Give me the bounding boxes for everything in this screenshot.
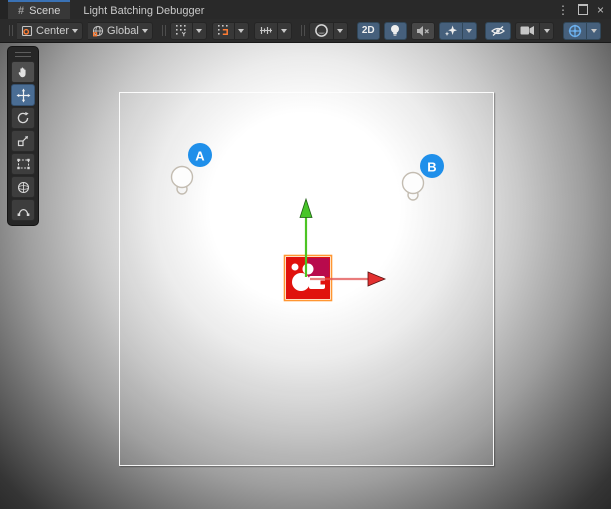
light-a-label: A <box>195 149 205 164</box>
chevron-down-icon <box>142 29 148 33</box>
ruler-ticks-icon <box>259 24 273 37</box>
gizmo-sphere-icon <box>568 24 582 38</box>
tabbar-lead <box>0 0 8 19</box>
snap-increment-dropdown[interactable] <box>278 22 292 40</box>
rect-tool-button[interactable] <box>11 153 35 175</box>
scale-icon <box>16 134 30 148</box>
draw-mode-dropdown[interactable] <box>334 22 348 40</box>
tool-handle-pivot-dropdown[interactable]: Center <box>17 22 83 40</box>
tab-light-batching-debugger[interactable]: Light Batching Debugger <box>70 0 217 19</box>
scene-audio-toggle[interactable] <box>411 22 435 40</box>
light-bulb-icon <box>389 24 401 38</box>
chevron-down-icon <box>466 29 472 33</box>
effects-sparkle-icon <box>444 24 458 37</box>
tools-drag-handle[interactable] <box>15 52 31 57</box>
tool-handle-rotation-dropdown[interactable]: Global <box>88 22 153 40</box>
gizmos-dropdown[interactable] <box>587 22 601 40</box>
light-b-badge[interactable]: B <box>420 154 444 178</box>
light-b-label: B <box>427 160 436 175</box>
scene-effects-toggle[interactable] <box>439 22 463 40</box>
move-tool-button[interactable] <box>11 84 35 106</box>
tools-overlay <box>7 46 39 226</box>
shaded-sphere-icon <box>314 23 329 38</box>
grid-axis-icon <box>175 24 188 37</box>
snap-increment-button[interactable] <box>254 22 278 40</box>
light-a-gizmo[interactable] <box>172 167 193 195</box>
scene-viewport[interactable]: A B <box>0 43 611 509</box>
close-icon[interactable]: × <box>597 4 604 16</box>
globe-icon <box>92 25 104 37</box>
camera-icon <box>520 25 535 36</box>
scene-camera-dropdown[interactable] <box>540 22 554 40</box>
window-controls: ⋮ × <box>557 0 611 19</box>
snap-to-grid-dropdown[interactable] <box>235 22 249 40</box>
2d-mode-toggle[interactable]: 2D <box>357 22 380 40</box>
pivot-label: Center <box>36 25 69 37</box>
chevron-down-icon <box>544 29 550 33</box>
draw-mode-button[interactable] <box>309 22 334 40</box>
rotate-icon <box>16 111 30 125</box>
custom-editor-tools-button[interactable] <box>11 199 35 221</box>
tab-bar: # Scene Light Batching Debugger ⋮ × <box>0 0 611 20</box>
gizmos-button[interactable] <box>563 22 587 40</box>
hand-icon <box>16 65 30 79</box>
2d-label: 2D <box>362 25 375 36</box>
rotate-tool-button[interactable] <box>11 107 35 129</box>
transform-icon <box>16 180 31 195</box>
orientation-label: Global <box>107 25 139 37</box>
window-menu-icon[interactable]: ⋮ <box>557 4 569 16</box>
rect-tool-icon <box>16 157 31 171</box>
chevron-down-icon <box>196 29 202 33</box>
scene-effects-dropdown[interactable] <box>463 22 477 40</box>
spline-tool-icon <box>16 204 31 217</box>
tab-scene[interactable]: # Scene <box>8 0 70 19</box>
snap-grid-icon <box>217 24 230 37</box>
tab-scene-label: Scene <box>29 5 60 17</box>
scene-toolbar: Center Global <box>0 19 611 43</box>
light-a-badge[interactable]: A <box>188 143 212 167</box>
scene-lighting-toggle[interactable] <box>384 22 407 40</box>
chevron-down-icon <box>337 29 343 33</box>
grid-icon: # <box>18 5 24 17</box>
toolbar-separator <box>162 25 166 36</box>
toolbar-drag-handle-right[interactable] <box>301 25 305 36</box>
audio-muted-icon <box>416 25 430 37</box>
transform-tool-button[interactable] <box>11 176 35 198</box>
chevron-down-icon <box>281 29 287 33</box>
chevron-down-icon <box>591 29 597 33</box>
view-tool-button[interactable] <box>11 61 35 83</box>
light-b-gizmo[interactable] <box>403 173 424 201</box>
maximize-icon[interactable] <box>578 4 588 15</box>
chevron-down-icon <box>72 29 78 33</box>
scale-tool-button[interactable] <box>11 130 35 152</box>
scene-visibility-toggle[interactable] <box>485 22 511 40</box>
scene-camera-button[interactable] <box>515 22 540 40</box>
eye-hidden-icon <box>490 25 506 37</box>
unity-editor-window: # Scene Light Batching Debugger ⋮ × Cent… <box>0 0 611 509</box>
snap-to-grid-button[interactable] <box>212 22 235 40</box>
tab-light-batching-debugger-label: Light Batching Debugger <box>83 5 204 17</box>
grid-visibility-button[interactable] <box>170 22 193 40</box>
pivot-icon <box>21 25 33 37</box>
chevron-down-icon <box>238 29 244 33</box>
grid-visibility-dropdown[interactable] <box>193 22 207 40</box>
move-icon <box>16 88 31 103</box>
scene-gizmo-layer: A B <box>0 43 611 509</box>
toolbar-drag-handle[interactable] <box>9 25 13 36</box>
